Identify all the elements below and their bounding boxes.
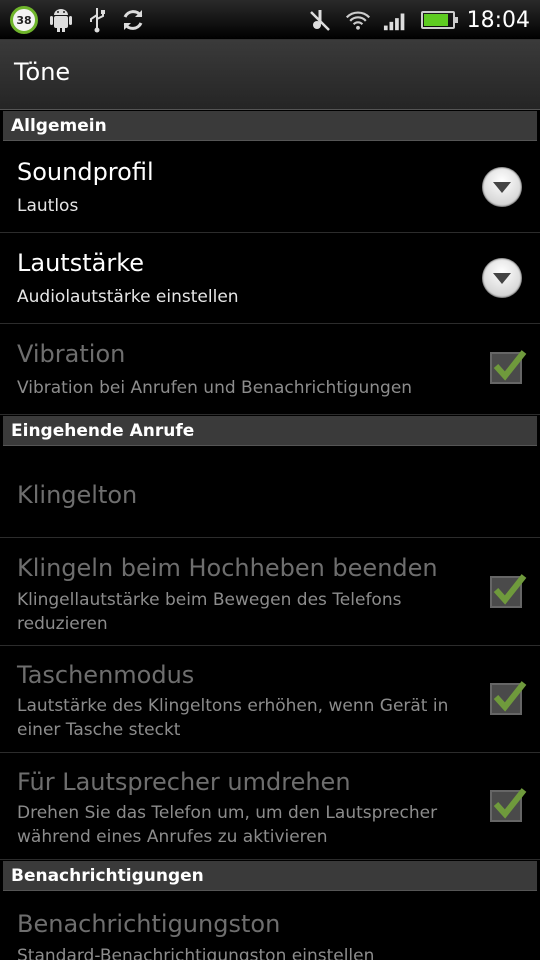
status-bar: 38 18:04 [0, 0, 540, 40]
setting-soundprofile[interactable]: Soundprofil Lautlos [0, 142, 540, 233]
setting-flip-speaker[interactable]: Für Lautsprecher umdrehen Drehen Sie das… [0, 753, 540, 860]
battery-fill [423, 14, 448, 26]
battery-icon [420, 11, 458, 29]
checkmark-icon [493, 681, 527, 712]
sync-icon [120, 7, 146, 33]
setting-title: Soundprofil [17, 158, 154, 186]
section-header-label: Benachrichtigungen [11, 866, 204, 886]
setting-summary: Standard-Benachrichtigungston einstellen [17, 946, 375, 960]
pocket-mode-checkbox[interactable] [490, 681, 527, 715]
setting-summary: Vibration bei Anrufen und Benachrichtigu… [17, 378, 413, 398]
setting-title: Benachrichtigungston [17, 910, 281, 938]
android-icon [48, 7, 74, 33]
setting-ringtone[interactable]: Klingelton [0, 447, 540, 538]
setting-summary: Lautlos [17, 196, 79, 216]
notification-badge[interactable]: 38 [10, 6, 38, 34]
flip-speaker-checkbox[interactable] [490, 788, 527, 822]
dropdown-arrow-icon[interactable] [482, 258, 522, 298]
setting-vibration[interactable]: Vibration Vibration bei Anrufen und Bena… [0, 324, 540, 415]
title-bar: Töne [0, 40, 540, 110]
section-header-notifications: Benachrichtigungen [3, 861, 537, 891]
setting-title: Taschenmodus [17, 661, 195, 689]
signal-icon [383, 7, 409, 33]
section-header-label: Eingehende Anrufe [11, 421, 195, 441]
setting-title: Klingelton [17, 481, 138, 509]
wifi-icon [345, 7, 371, 33]
mute-icon [307, 7, 333, 33]
quiet-ring-checkbox[interactable] [490, 574, 527, 608]
section-header-incoming-calls: Eingehende Anrufe [3, 416, 537, 446]
setting-summary: Audiolautstärke einstellen [17, 287, 239, 307]
notification-count: 38 [16, 13, 32, 27]
setting-summary: Lautstärke des Klingeltons erhöhen, wenn… [17, 696, 449, 740]
setting-volume[interactable]: Lautstärke Audiolautstärke einstellen [0, 233, 540, 324]
checkmark-icon [493, 788, 527, 819]
section-header-general: Allgemein [3, 111, 537, 141]
clock: 18:04 [466, 7, 530, 33]
setting-summary: Klingellautstärke beim Bewegen des Telef… [17, 590, 402, 634]
setting-title: Für Lautsprecher umdrehen [17, 768, 351, 796]
checkmark-icon [493, 574, 527, 605]
setting-title: Vibration [17, 340, 126, 368]
section-header-label: Allgemein [11, 116, 107, 136]
checkmark-icon [493, 350, 527, 381]
setting-pocket-mode[interactable]: Taschenmodus Lautstärke des Klingeltons … [0, 646, 540, 753]
dropdown-arrow-icon[interactable] [482, 167, 522, 207]
status-bar-left: 38 [10, 4, 146, 36]
status-bar-right: 18:04 [307, 4, 530, 36]
setting-title: Klingeln beim Hochheben beenden [17, 554, 438, 582]
setting-notification-sound[interactable]: Benachrichtigungston Standard-Benachrich… [0, 892, 540, 960]
setting-summary: Drehen Sie das Telefon um, um den Lautsp… [17, 803, 438, 847]
setting-quiet-ring[interactable]: Klingeln beim Hochheben beenden Klingell… [0, 538, 540, 646]
vibration-checkbox[interactable] [490, 350, 527, 384]
page-title: Töne [14, 58, 71, 86]
usb-icon [84, 7, 110, 33]
setting-title: Lautstärke [17, 249, 144, 277]
